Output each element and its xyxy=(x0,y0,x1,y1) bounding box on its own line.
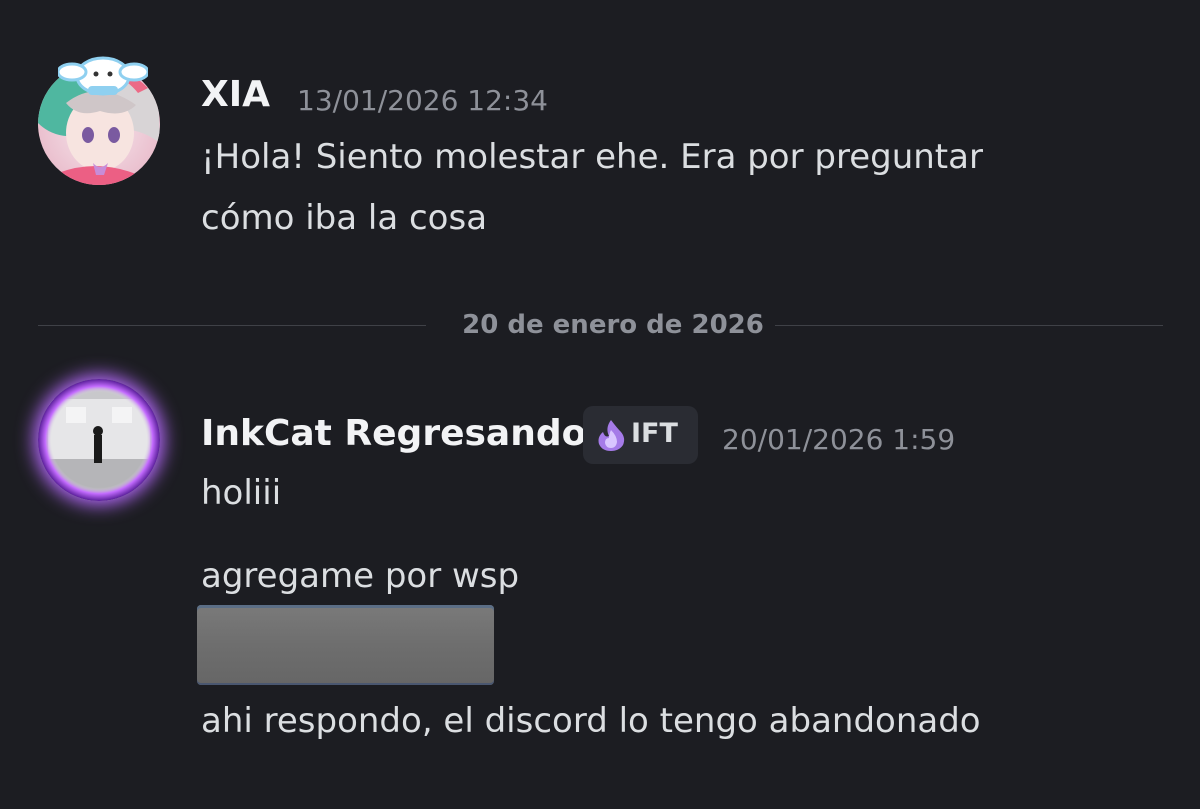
server-tag-label: IFT xyxy=(631,418,678,449)
message-text-line: cómo iba la cosa xyxy=(201,198,488,238)
avatar-inkcat[interactable] xyxy=(38,379,160,501)
purple-flame-icon xyxy=(598,420,625,451)
message-text-line: agregame por wsp xyxy=(201,556,520,596)
divider-line-right xyxy=(775,325,1163,326)
message-text-line: ahi respondo, el discord lo tengo abando… xyxy=(201,701,981,741)
message-text-line: ¡Hola! Siento molestar ehe. Era por preg… xyxy=(201,137,983,177)
message-author[interactable]: XIA xyxy=(201,74,270,115)
message-text-line: holiii xyxy=(201,473,282,513)
message-timestamp: 20/01/2026 1:59 xyxy=(722,423,956,456)
message-timestamp: 13/01/2026 12:34 xyxy=(297,84,548,117)
server-tag-badge[interactable]: IFT xyxy=(583,406,698,464)
chat-log: XIA 13/01/2026 12:34 ¡Hola! Siento moles… xyxy=(0,0,1200,809)
avatar-decoration-icon xyxy=(58,56,148,96)
divider-line-left xyxy=(38,325,426,326)
date-divider: 20 de enero de 2026 xyxy=(38,310,1163,340)
redacted-phone-block xyxy=(197,605,494,685)
date-divider-label: 20 de enero de 2026 xyxy=(462,310,764,340)
room-avatar-image xyxy=(38,379,160,501)
message-author[interactable]: InkCat Regresando xyxy=(201,413,586,454)
